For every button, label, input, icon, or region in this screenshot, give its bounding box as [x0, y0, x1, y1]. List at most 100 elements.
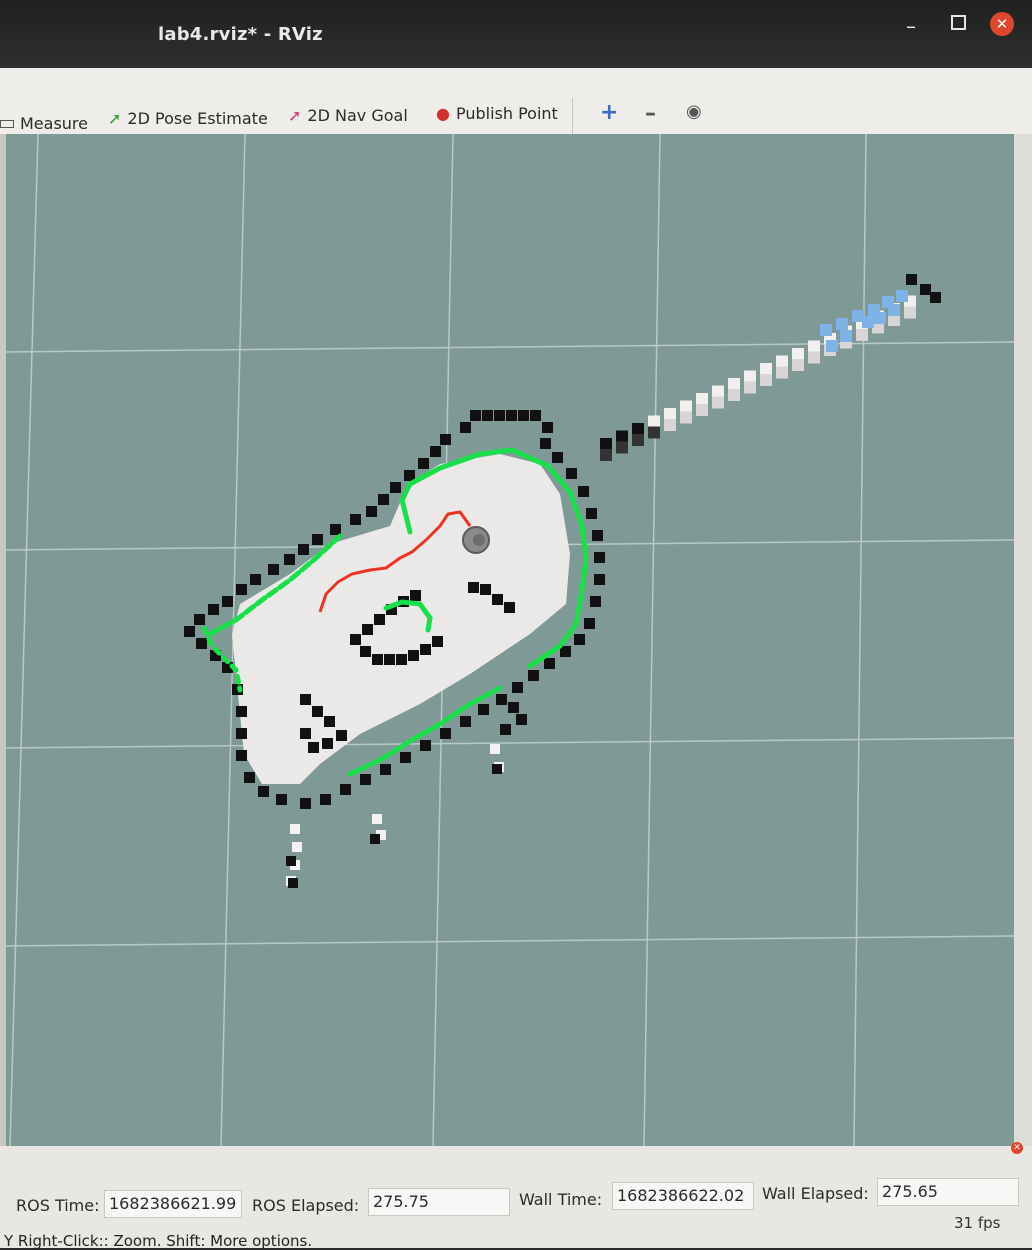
publish-point-label: Publish Point: [455, 104, 558, 123]
map-pin-icon: ●: [436, 104, 450, 123]
map-cell: [222, 596, 233, 607]
grid-line: [0, 737, 1014, 749]
map-cell: [648, 426, 660, 439]
wall-time-field[interactable]: 1682386622.02: [612, 1182, 754, 1210]
map-cell: [904, 306, 916, 319]
status-hint: Y Right-Click:: Zoom. Shift: More option…: [4, 1232, 313, 1250]
map-cell: [760, 374, 772, 386]
map-cell: [896, 290, 908, 302]
map-cell: [930, 292, 941, 303]
map-cell: [292, 842, 302, 852]
map-cell: [258, 786, 269, 797]
panel-close-icon[interactable]: ✕: [1011, 1142, 1023, 1154]
map-cell: [508, 702, 519, 713]
map-cell: [542, 422, 553, 433]
ros-elapsed-label: ROS Elapsed:: [252, 1196, 360, 1215]
map-cell: [236, 750, 247, 761]
map-cell: [578, 486, 589, 497]
map-cell: [518, 410, 529, 421]
map-cell: [566, 468, 577, 479]
close-button[interactable]: ✕: [990, 12, 1014, 36]
map-cell: [840, 330, 852, 342]
zoom-out-icon[interactable]: –: [645, 101, 656, 126]
map-cell: [288, 878, 298, 888]
map-cell: [336, 730, 347, 741]
map-cell: [244, 772, 255, 783]
map-cell: [430, 446, 441, 457]
map-cell: [276, 794, 287, 805]
map-cell: [820, 324, 832, 336]
nav-goal-label: 2D Nav Goal: [307, 106, 408, 125]
map-cell: [324, 716, 335, 727]
map-cell: [360, 646, 371, 657]
map-cell: [792, 359, 804, 371]
time-panel: ROS Time: 1682386621.99 ROS Elapsed: 275…: [0, 1146, 1032, 1250]
zoom-in-icon[interactable]: +: [600, 100, 618, 125]
title-bar: lab4.rviz* - RViz – ✕: [0, 0, 1032, 68]
view-options-icon[interactable]: ◉: [686, 101, 702, 122]
map-cell: [826, 340, 838, 352]
right-panel-edge[interactable]: [1014, 134, 1032, 1146]
grid-line: [9, 134, 39, 1146]
pose-estimate-label: 2D Pose Estimate: [127, 109, 268, 128]
wall-elapsed-field[interactable]: 275.65: [877, 1178, 1019, 1206]
pose-estimate-tool[interactable]: ➚ 2D Pose Estimate: [108, 109, 268, 128]
occupancy-grid-map: [184, 274, 941, 888]
render-viewport[interactable]: [0, 134, 1014, 1146]
map-cell: [284, 554, 295, 565]
fps-counter: 31 fps: [954, 1214, 1001, 1232]
map-cell: [728, 378, 740, 390]
ros-time-label: ROS Time:: [16, 1196, 100, 1215]
map-cell: [808, 351, 820, 364]
minimize-button[interactable]: –: [906, 14, 916, 38]
map-cell: [372, 654, 383, 665]
map-cell: [196, 638, 207, 649]
publish-point-tool[interactable]: ● Publish Point: [436, 104, 558, 123]
map-cell: [404, 470, 415, 481]
toolbar-separator: [572, 98, 573, 136]
nav-goal-tool[interactable]: ➚ 2D Nav Goal: [288, 106, 408, 125]
map-cell: [420, 644, 431, 655]
measure-tool[interactable]: Measure: [0, 114, 88, 133]
wall-time-label: Wall Time:: [519, 1190, 603, 1209]
map-cell: [300, 728, 311, 739]
map-cell: [584, 618, 595, 629]
pink-arrow-icon: ➚: [288, 106, 302, 125]
map-cell: [592, 530, 603, 541]
map-cell: [906, 274, 917, 285]
map-cell: [492, 594, 503, 605]
map-cell: [496, 694, 507, 705]
map-cell: [384, 654, 395, 665]
map-cell: [664, 408, 676, 420]
map-cell: [390, 482, 401, 493]
map-cell: [594, 552, 605, 563]
map-cell: [506, 410, 517, 421]
map-cell: [250, 574, 261, 585]
map-cell: [792, 348, 804, 360]
map-cell: [490, 744, 500, 754]
map-cell: [696, 393, 708, 405]
map-cell: [340, 784, 351, 795]
grid-line: [643, 134, 661, 1146]
robot-marker: [462, 526, 490, 554]
map-cell: [194, 614, 205, 625]
map-cell: [648, 415, 660, 428]
ros-elapsed-field[interactable]: 275.75: [368, 1188, 510, 1216]
map-cell: [776, 355, 788, 368]
map-cell: [290, 824, 300, 834]
map-cell: [440, 728, 451, 739]
map-cell: [286, 856, 296, 866]
wall-elapsed-label: Wall Elapsed:: [762, 1184, 869, 1203]
maximize-button[interactable]: [951, 15, 966, 30]
grid-line: [0, 341, 1014, 353]
map-cell: [468, 582, 479, 593]
map-cell: [396, 654, 407, 665]
map-cell: [888, 304, 900, 316]
green-arrow-icon: ➚: [108, 109, 122, 128]
map-cell: [420, 740, 431, 751]
map-cell: [330, 524, 341, 535]
map-cell: [744, 370, 756, 383]
ros-time-field[interactable]: 1682386621.99: [104, 1190, 242, 1218]
map-cell: [540, 438, 551, 449]
map-cell: [530, 410, 541, 421]
